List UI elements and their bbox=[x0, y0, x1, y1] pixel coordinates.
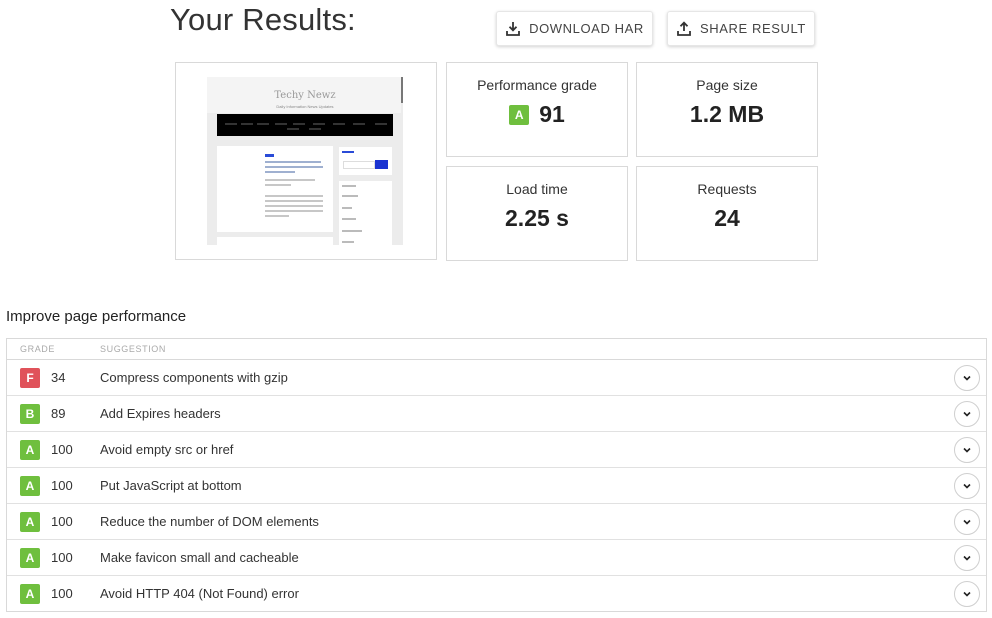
preview-thumbnail: Techy Newz Daily Information News Update… bbox=[207, 77, 403, 245]
grade-score: 89 bbox=[51, 406, 66, 421]
table-row[interactable]: A 100 Avoid HTTP 404 (Not Found) error bbox=[7, 576, 986, 611]
preview-sidebar-search bbox=[339, 147, 392, 175]
chevron-down-icon bbox=[963, 519, 971, 525]
suggestion-text: Avoid HTTP 404 (Not Found) error bbox=[100, 586, 299, 601]
grade-score: 100 bbox=[51, 586, 73, 601]
preview-sidebar-list bbox=[339, 181, 392, 245]
table-row[interactable]: A 100 Reduce the number of DOM elements bbox=[7, 504, 986, 540]
grade-badge: A bbox=[509, 104, 530, 125]
grade-badge: A bbox=[20, 476, 40, 496]
page-size-card: Page size 1.2 MB bbox=[636, 62, 818, 157]
grade-score: 100 bbox=[51, 550, 73, 565]
download-har-label: DOWNLOAD HAR bbox=[529, 21, 644, 36]
preview-main-content bbox=[217, 146, 333, 232]
suggestion-text: Make favicon small and cacheable bbox=[100, 550, 299, 565]
improve-section-title: Improve page performance bbox=[6, 308, 187, 325]
page-title: Your Results: bbox=[170, 2, 356, 37]
chevron-down-icon bbox=[963, 483, 971, 489]
requests-label: Requests bbox=[697, 181, 757, 197]
expand-row-button[interactable] bbox=[954, 545, 980, 571]
grade-badge: B bbox=[20, 404, 40, 424]
grade-score: 100 bbox=[51, 442, 73, 457]
results-page: Your Results: DOWNLOAD HAR SHARE RESULT … bbox=[0, 0, 992, 618]
chevron-down-icon bbox=[963, 447, 971, 453]
performance-grade-value-row: A 91 bbox=[447, 101, 627, 128]
table-header: GRADE SUGGESTION bbox=[7, 339, 986, 360]
expand-row-button[interactable] bbox=[954, 509, 980, 535]
performance-grade-label: Performance grade bbox=[477, 77, 597, 93]
suggestions-table: GRADE SUGGESTION F 34 Compress components … bbox=[6, 338, 987, 612]
table-row[interactable]: A 100 Put JavaScript at bottom bbox=[7, 468, 986, 504]
grade-score: 100 bbox=[51, 514, 73, 529]
download-har-button[interactable]: DOWNLOAD HAR bbox=[496, 11, 653, 46]
preview-site-tagline: Daily Information News Updates bbox=[276, 104, 334, 109]
suggestion-text: Reduce the number of DOM elements bbox=[100, 514, 319, 529]
suggestion-text: Compress components with gzip bbox=[100, 370, 288, 385]
expand-row-button[interactable] bbox=[954, 437, 980, 463]
preview-nav-bar bbox=[217, 114, 393, 136]
share-result-button[interactable]: SHARE RESULT bbox=[667, 11, 815, 46]
chevron-down-icon bbox=[963, 375, 971, 381]
expand-row-button[interactable] bbox=[954, 473, 980, 499]
column-header-suggestion: SUGGESTION bbox=[100, 344, 167, 354]
table-row[interactable]: B 89 Add Expires headers bbox=[7, 396, 986, 432]
share-icon bbox=[676, 20, 692, 37]
grade-badge: F bbox=[20, 368, 40, 388]
load-time-card: Load time 2.25 s bbox=[446, 166, 628, 261]
table-row[interactable]: A 100 Avoid empty src or href bbox=[7, 432, 986, 468]
table-row[interactable]: F 34 Compress components with gzip bbox=[7, 360, 986, 396]
suggestion-text: Put JavaScript at bottom bbox=[100, 478, 242, 493]
grade-badge: A bbox=[20, 548, 40, 568]
chevron-down-icon bbox=[963, 591, 971, 597]
requests-value: 24 bbox=[714, 205, 740, 231]
chevron-down-icon bbox=[963, 555, 971, 561]
grade-score: 100 bbox=[51, 478, 73, 493]
share-result-label: SHARE RESULT bbox=[700, 21, 806, 36]
page-screenshot-preview: Techy Newz Daily Information News Update… bbox=[175, 62, 437, 260]
performance-grade-value: 91 bbox=[539, 101, 565, 127]
grade-score: 34 bbox=[51, 370, 66, 385]
requests-card: Requests 24 bbox=[636, 166, 818, 261]
grade-badge: A bbox=[20, 512, 40, 532]
preview-site-title: Techy Newz bbox=[274, 90, 336, 101]
expand-row-button[interactable] bbox=[954, 365, 980, 391]
performance-grade-card: Performance grade A 91 bbox=[446, 62, 628, 157]
page-size-label: Page size bbox=[696, 77, 758, 93]
column-header-grade: GRADE bbox=[20, 344, 56, 354]
suggestion-text: Add Expires headers bbox=[100, 406, 221, 421]
page-size-value: 1.2 MB bbox=[689, 101, 765, 127]
grade-badge: A bbox=[20, 584, 40, 604]
expand-row-button[interactable] bbox=[954, 581, 980, 607]
chevron-down-icon bbox=[963, 411, 971, 417]
suggestion-text: Avoid empty src or href bbox=[100, 442, 234, 457]
download-icon bbox=[505, 21, 521, 37]
grade-badge: A bbox=[20, 440, 40, 460]
expand-row-button[interactable] bbox=[954, 401, 980, 427]
load-time-label: Load time bbox=[506, 181, 568, 197]
table-row[interactable]: A 100 Make favicon small and cacheable bbox=[7, 540, 986, 576]
load-time-value: 2.25 s bbox=[505, 205, 569, 231]
